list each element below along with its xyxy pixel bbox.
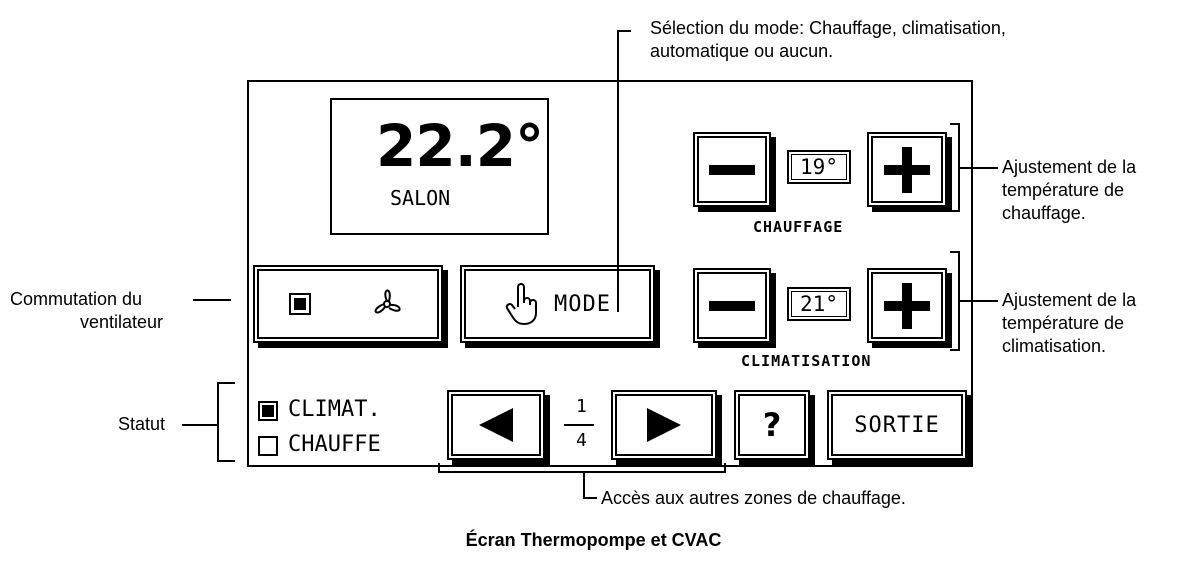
heat-bracket-bottom	[950, 210, 960, 212]
status-label-climat: CLIMAT.	[288, 397, 381, 422]
fan-toggle-button[interactable]	[253, 265, 443, 343]
minus-icon	[709, 300, 755, 311]
heat-callout-text-1: Ajustement de la	[1002, 157, 1137, 177]
exit-label: SORTIE	[854, 412, 940, 438]
hand-pointer-icon	[505, 283, 537, 325]
mode-button[interactable]: MODE	[460, 265, 655, 343]
plus-icon	[884, 146, 930, 193]
status-item-chauffe: CHAUFFE	[258, 432, 428, 459]
status-callout-text: Statut	[118, 414, 166, 434]
zones-bracket-bottom	[438, 471, 726, 473]
zone-current: 1	[576, 396, 587, 417]
cool-callout-text-3: climatisation.	[1002, 336, 1107, 356]
filled-square-icon	[289, 293, 311, 315]
fan-icon	[374, 289, 401, 314]
checked-box-icon	[258, 401, 278, 421]
zones-callout-text: Accès aux autres zones de chauffage.	[601, 488, 906, 508]
previous-zone-button[interactable]	[447, 390, 545, 460]
fan-callout-text-2: ventilateur	[80, 312, 164, 332]
cool-callout-text-1: Ajustement de la	[1002, 290, 1137, 310]
left-arrow-icon	[479, 408, 513, 442]
mode-callout-text-2: automatique ou aucun.	[650, 41, 834, 61]
cooling-setpoint: 21°	[787, 287, 851, 321]
heat-callout-text-2: température de	[1002, 180, 1125, 200]
fan-callout-text-1: Commutation du	[10, 289, 143, 309]
heating-decrease-button[interactable]	[693, 132, 771, 207]
zone-indicator: 1 4	[558, 396, 598, 456]
cool-callout-text-2: température de	[1002, 313, 1125, 333]
exit-button[interactable]: SORTIE	[827, 390, 967, 460]
zone-fraction-bar	[564, 424, 594, 426]
heat-callout-text-3: chauffage.	[1002, 203, 1086, 223]
zones-callout-horizontal	[583, 497, 597, 499]
mode-callout-text-1: Sélection du mode: Chauffage, climatisat…	[650, 18, 1006, 38]
cooling-label: CLIMATISATION	[741, 352, 872, 370]
heating-setpoint: 19°	[787, 150, 851, 184]
status-bracket-vertical	[217, 382, 219, 462]
cooling-decrease-button[interactable]	[693, 268, 771, 343]
figure-caption: Écran Thermopompe et CVAC	[465, 530, 722, 550]
empty-box-icon	[258, 436, 278, 456]
temperature-display: 22.2° SALON	[330, 98, 549, 235]
fan-callout-line	[193, 299, 231, 301]
help-label: ?	[762, 406, 782, 444]
cool-bracket-bottom	[950, 349, 960, 351]
cooling-increase-button[interactable]	[867, 268, 947, 343]
cool-callout-line	[958, 300, 998, 302]
status-bracket-bottom	[217, 460, 235, 462]
heating-label: CHAUFFAGE	[753, 218, 844, 236]
status-item-climat: CLIMAT.	[258, 397, 428, 424]
mode-callout-line	[617, 30, 619, 312]
heating-increase-button[interactable]	[867, 132, 947, 207]
plus-icon	[884, 282, 930, 329]
help-button[interactable]: ?	[734, 390, 810, 460]
current-temperature: 22.2°	[376, 112, 544, 180]
minus-icon	[709, 164, 755, 175]
status-label-chauffe: CHAUFFE	[288, 432, 381, 457]
heat-callout-line	[958, 167, 998, 169]
zone-total: 4	[576, 430, 587, 451]
room-name: SALON	[390, 186, 451, 210]
status-bracket-top	[217, 382, 235, 384]
right-arrow-icon	[647, 408, 681, 442]
zones-callout-vertical	[583, 471, 585, 499]
next-zone-button[interactable]	[611, 390, 717, 460]
mode-callout-tick	[617, 30, 631, 32]
status-callout-line	[182, 424, 217, 426]
mode-label: MODE	[554, 291, 611, 317]
zones-bracket-right	[724, 463, 726, 473]
